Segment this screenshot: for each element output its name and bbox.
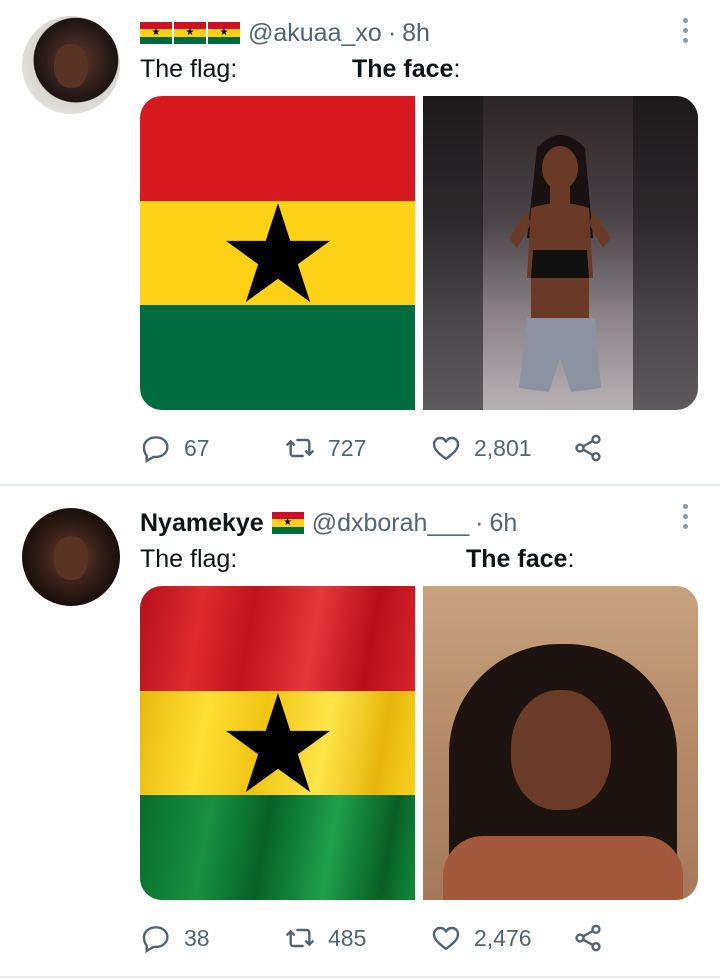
tweet-actions: 67 727 2,801 bbox=[140, 428, 620, 468]
reply-count: 38 bbox=[184, 924, 210, 951]
reply-count: 67 bbox=[184, 434, 210, 461]
retweet-button[interactable]: 485 bbox=[284, 918, 366, 958]
share-button[interactable] bbox=[572, 918, 604, 958]
black-star-icon bbox=[225, 203, 330, 302]
black-star-icon bbox=[225, 693, 330, 792]
face-photo[interactable] bbox=[423, 96, 698, 410]
avatar[interactable] bbox=[22, 16, 120, 114]
like-button[interactable]: 2,476 bbox=[430, 918, 532, 958]
separator: · bbox=[387, 19, 397, 47]
tweet-header: Nyamekye ★ @dxborah___ · 6h bbox=[140, 508, 517, 538]
ghana-flag-image[interactable] bbox=[140, 586, 415, 900]
tweet-actions: 38 485 2,476 bbox=[140, 918, 620, 958]
retweet-count: 485 bbox=[328, 924, 367, 951]
retweet-button[interactable]: 727 bbox=[284, 428, 366, 468]
user-handle[interactable]: @dxborah___ bbox=[312, 508, 469, 538]
avatar[interactable] bbox=[22, 508, 120, 606]
ghana-flag-icon: ★ bbox=[271, 512, 304, 534]
reply-icon bbox=[142, 436, 169, 464]
ghana-flag-icon: ★ bbox=[174, 22, 206, 44]
tweet-text-right: The face: bbox=[466, 545, 575, 573]
heart-icon bbox=[432, 436, 460, 460]
like-button[interactable]: 2,801 bbox=[430, 428, 532, 468]
retweet-icon bbox=[286, 438, 314, 458]
reply-icon bbox=[142, 926, 169, 954]
tweet-header: ★ ★ ★ @akuaa_xo · 8h bbox=[140, 18, 430, 48]
retweet-count: 727 bbox=[328, 434, 367, 461]
more-options-icon[interactable] bbox=[678, 16, 692, 46]
timestamp[interactable]: 6h bbox=[489, 508, 517, 538]
like-count: 2,476 bbox=[474, 924, 532, 951]
person-illustration bbox=[509, 135, 611, 392]
timestamp[interactable]: 8h bbox=[402, 18, 430, 48]
tweet-text-left: The flag: bbox=[140, 545, 238, 573]
media-grid[interactable] bbox=[140, 586, 698, 900]
reply-button[interactable]: 67 bbox=[140, 428, 210, 468]
heart-icon bbox=[432, 926, 460, 950]
face-photo[interactable] bbox=[423, 586, 698, 900]
separator: · bbox=[475, 509, 484, 537]
ghana-flag-image[interactable] bbox=[140, 96, 415, 410]
reply-button[interactable]: 38 bbox=[140, 918, 210, 958]
tweet[interactable]: ★ ★ ★ @akuaa_xo · 8h The flag: The face: bbox=[0, 0, 720, 484]
ghana-flag-icon: ★ bbox=[140, 22, 172, 44]
share-button[interactable] bbox=[572, 428, 604, 468]
more-options-icon[interactable] bbox=[678, 502, 692, 532]
media-grid[interactable] bbox=[140, 96, 698, 410]
tweet-text-right: The face: bbox=[352, 55, 461, 83]
like-count: 2,801 bbox=[474, 434, 532, 461]
share-icon bbox=[575, 924, 601, 952]
user-handle[interactable]: @akuaa_xo bbox=[248, 18, 382, 48]
tweet-text-left: The flag: bbox=[140, 55, 238, 83]
tweet[interactable]: Nyamekye ★ @dxborah___ · 6h The flag: Th… bbox=[0, 486, 720, 976]
retweet-icon bbox=[286, 928, 314, 948]
display-name[interactable]: Nyamekye bbox=[140, 508, 264, 538]
share-icon bbox=[575, 434, 601, 462]
ghana-flag-icon: ★ bbox=[208, 22, 240, 44]
